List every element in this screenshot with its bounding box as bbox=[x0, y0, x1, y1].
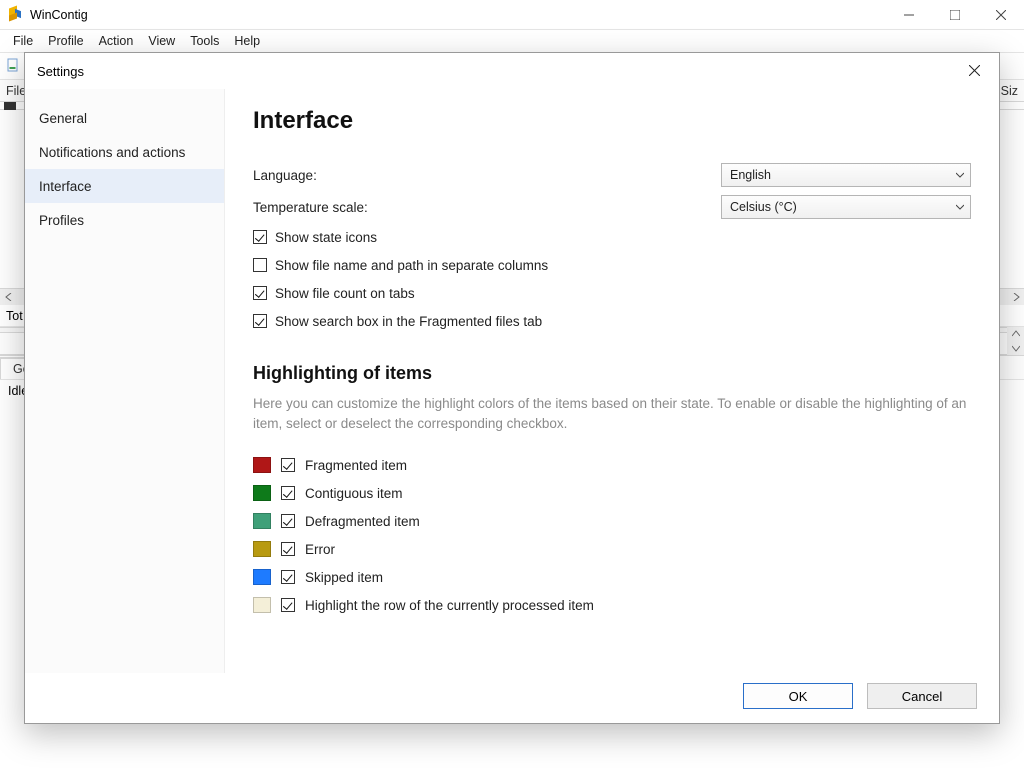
checkbox-hl-defragmented[interactable] bbox=[281, 514, 295, 528]
main-titlebar: WinContig bbox=[0, 0, 1024, 30]
checkbox-hl-contiguous[interactable] bbox=[281, 486, 295, 500]
menu-file[interactable]: File bbox=[7, 34, 39, 48]
ok-button[interactable]: OK bbox=[743, 683, 853, 709]
main-window-title: WinContig bbox=[30, 8, 88, 22]
settings-titlebar: Settings bbox=[25, 53, 999, 89]
col-size-label[interactable]: Siz bbox=[1001, 84, 1018, 98]
checkbox-hl-current-row[interactable] bbox=[281, 598, 295, 612]
sidebar-item-profiles[interactable]: Profiles bbox=[25, 203, 224, 237]
temperature-value: Celsius (°C) bbox=[730, 200, 797, 214]
swatch-skipped[interactable] bbox=[253, 569, 271, 585]
hl-label: Fragmented item bbox=[305, 458, 407, 473]
checkbox-hl-fragmented[interactable] bbox=[281, 458, 295, 472]
settings-close-button[interactable] bbox=[953, 55, 995, 85]
chevron-down-icon bbox=[956, 172, 964, 180]
settings-dialog: Settings General Notifications and actio… bbox=[24, 52, 1000, 724]
chevron-down-icon bbox=[956, 204, 964, 212]
menu-profile[interactable]: Profile bbox=[42, 34, 89, 48]
sidebar-item-general[interactable]: General bbox=[25, 101, 224, 135]
checkbox-hl-error[interactable] bbox=[281, 542, 295, 556]
swatch-fragmented[interactable] bbox=[253, 457, 271, 473]
cancel-button[interactable]: Cancel bbox=[867, 683, 977, 709]
highlight-description: Here you can customize the highlight col… bbox=[253, 394, 971, 433]
page-title: Interface bbox=[253, 107, 971, 135]
highlight-heading: Highlighting of items bbox=[253, 363, 971, 384]
scroll-down-icon[interactable] bbox=[1007, 341, 1024, 355]
swatch-defragmented[interactable] bbox=[253, 513, 271, 529]
checkbox-file-count-tabs[interactable] bbox=[253, 286, 267, 300]
hl-label: Defragmented item bbox=[305, 514, 420, 529]
checkbox-separate-columns[interactable] bbox=[253, 258, 267, 272]
menu-view[interactable]: View bbox=[142, 34, 181, 48]
swatch-current-row[interactable] bbox=[253, 597, 271, 613]
settings-footer: OK Cancel bbox=[25, 673, 999, 723]
temperature-label: Temperature scale: bbox=[253, 200, 721, 215]
hl-label: Contiguous item bbox=[305, 486, 403, 501]
sidebar-item-interface[interactable]: Interface bbox=[25, 169, 224, 203]
hl-label: Error bbox=[305, 542, 335, 557]
maximize-button[interactable] bbox=[932, 0, 978, 30]
temperature-select[interactable]: Celsius (°C) bbox=[721, 195, 971, 219]
checkbox-label: Show file count on tabs bbox=[275, 286, 415, 301]
checkbox-show-state-icons[interactable] bbox=[253, 230, 267, 244]
scroll-up-icon[interactable] bbox=[1007, 327, 1024, 341]
checkbox-label: Show file name and path in separate colu… bbox=[275, 258, 548, 273]
language-label: Language: bbox=[253, 168, 721, 183]
totals-label: Tot bbox=[6, 309, 23, 323]
menu-tools[interactable]: Tools bbox=[184, 34, 225, 48]
scroll-left-icon[interactable] bbox=[0, 289, 17, 305]
document-icon[interactable] bbox=[6, 58, 22, 74]
swatch-error[interactable] bbox=[253, 541, 271, 557]
menu-action[interactable]: Action bbox=[93, 34, 140, 48]
checkbox-label: Show search box in the Fragmented files … bbox=[275, 314, 542, 329]
app-icon bbox=[7, 7, 23, 23]
checkbox-search-box[interactable] bbox=[253, 314, 267, 328]
close-button[interactable] bbox=[978, 0, 1024, 30]
hl-label: Highlight the row of the currently proce… bbox=[305, 598, 594, 613]
settings-sidebar: General Notifications and actions Interf… bbox=[25, 89, 225, 673]
language-value: English bbox=[730, 168, 771, 182]
menu-help[interactable]: Help bbox=[228, 34, 266, 48]
sidebar-item-notifications[interactable]: Notifications and actions bbox=[25, 135, 224, 169]
hl-label: Skipped item bbox=[305, 570, 383, 585]
checkbox-label: Show state icons bbox=[275, 230, 377, 245]
scroll-right-icon[interactable] bbox=[1007, 289, 1024, 305]
main-menubar: File Profile Action View Tools Help bbox=[0, 30, 1024, 52]
swatch-contiguous[interactable] bbox=[253, 485, 271, 501]
settings-content: Interface Language: English Temperature … bbox=[225, 89, 999, 673]
checkbox-hl-skipped[interactable] bbox=[281, 570, 295, 584]
language-select[interactable]: English bbox=[721, 163, 971, 187]
minimize-button[interactable] bbox=[886, 0, 932, 30]
main-vertical-scrollbar[interactable] bbox=[1007, 327, 1024, 355]
settings-title: Settings bbox=[37, 64, 84, 79]
